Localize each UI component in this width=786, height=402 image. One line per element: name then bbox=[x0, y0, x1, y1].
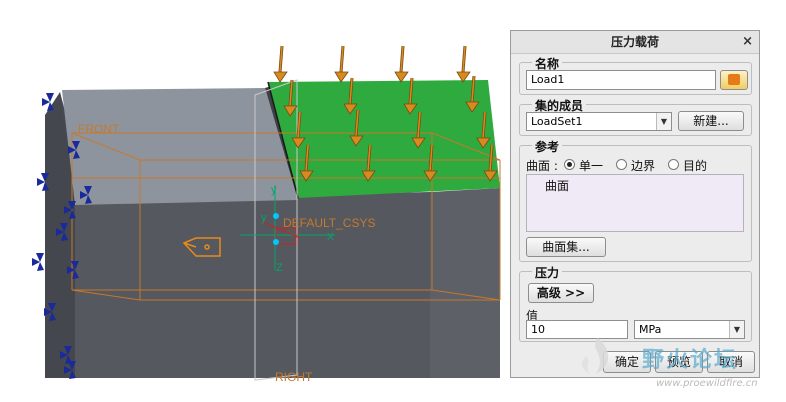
surface-set-button[interactable]: 曲面集... bbox=[526, 237, 606, 257]
load-name-field[interactable]: Load1 bbox=[526, 70, 716, 90]
axis-y-label: y bbox=[261, 212, 267, 224]
step-top-face bbox=[62, 88, 298, 205]
reference-group: 参考 曲面 : 单一 边界 目的 曲面 曲面集... bbox=[519, 138, 752, 262]
axis-y-label-top: y bbox=[271, 184, 277, 196]
block-right-face bbox=[430, 188, 500, 378]
color-swatch-button[interactable] bbox=[720, 70, 748, 90]
radio-intent-label[interactable]: 目的 bbox=[683, 157, 707, 174]
pressure-group-label: 压力 bbox=[532, 264, 563, 281]
color-swatch-icon bbox=[728, 74, 740, 85]
datum-front-label[interactable]: FRONT bbox=[78, 122, 120, 136]
flame-logo-icon bbox=[581, 338, 609, 374]
dialog-title: 压力载荷 bbox=[511, 31, 759, 54]
reference-group-label: 参考 bbox=[532, 138, 563, 155]
list-item[interactable]: 曲面 bbox=[545, 177, 569, 194]
unit-select[interactable]: MPa ▼ bbox=[634, 320, 745, 339]
axis-z-label: Z bbox=[276, 262, 283, 274]
reference-list[interactable]: 曲面 bbox=[526, 174, 744, 232]
member-group: 集的成员 LoadSet1 ▼ 新建... bbox=[519, 97, 752, 136]
close-icon[interactable]: × bbox=[742, 31, 753, 53]
chevron-down-icon[interactable]: ▼ bbox=[729, 321, 744, 338]
watermark-text: 野火论坛 bbox=[642, 348, 739, 373]
advanced-button[interactable]: 高级 >> bbox=[528, 283, 594, 303]
csys-label: DEFAULT_CSYS bbox=[283, 216, 375, 230]
surface-type-label: 曲面 : bbox=[526, 159, 558, 173]
radio-single[interactable] bbox=[564, 159, 575, 170]
load-set-select[interactable]: LoadSet1 ▼ bbox=[526, 112, 672, 131]
chevron-down-icon[interactable]: ▼ bbox=[656, 113, 671, 130]
load-set-value: LoadSet1 bbox=[531, 115, 583, 128]
watermark-url: www.proewildfire.cn bbox=[656, 378, 758, 389]
new-set-button[interactable]: 新建... bbox=[678, 111, 744, 131]
radio-single-label[interactable]: 单一 bbox=[579, 157, 603, 174]
datum-right-label[interactable]: RIGHT bbox=[275, 370, 313, 384]
pressure-load-dialog: 压力载荷 × 名称 Load1 集的成员 LoadSet1 ▼ 新建... 参考… bbox=[510, 30, 760, 378]
radio-boundary[interactable] bbox=[616, 159, 627, 170]
radio-boundary-label[interactable]: 边界 bbox=[631, 157, 655, 174]
radio-intent[interactable] bbox=[668, 159, 679, 170]
block-front-face bbox=[75, 192, 430, 378]
unit-value: MPa bbox=[639, 323, 662, 336]
name-group: 名称 Load1 bbox=[519, 55, 752, 95]
pressure-group: 压力 高级 >> 值 10 MPa ▼ bbox=[519, 264, 752, 342]
axis-x-label: X bbox=[327, 232, 334, 243]
